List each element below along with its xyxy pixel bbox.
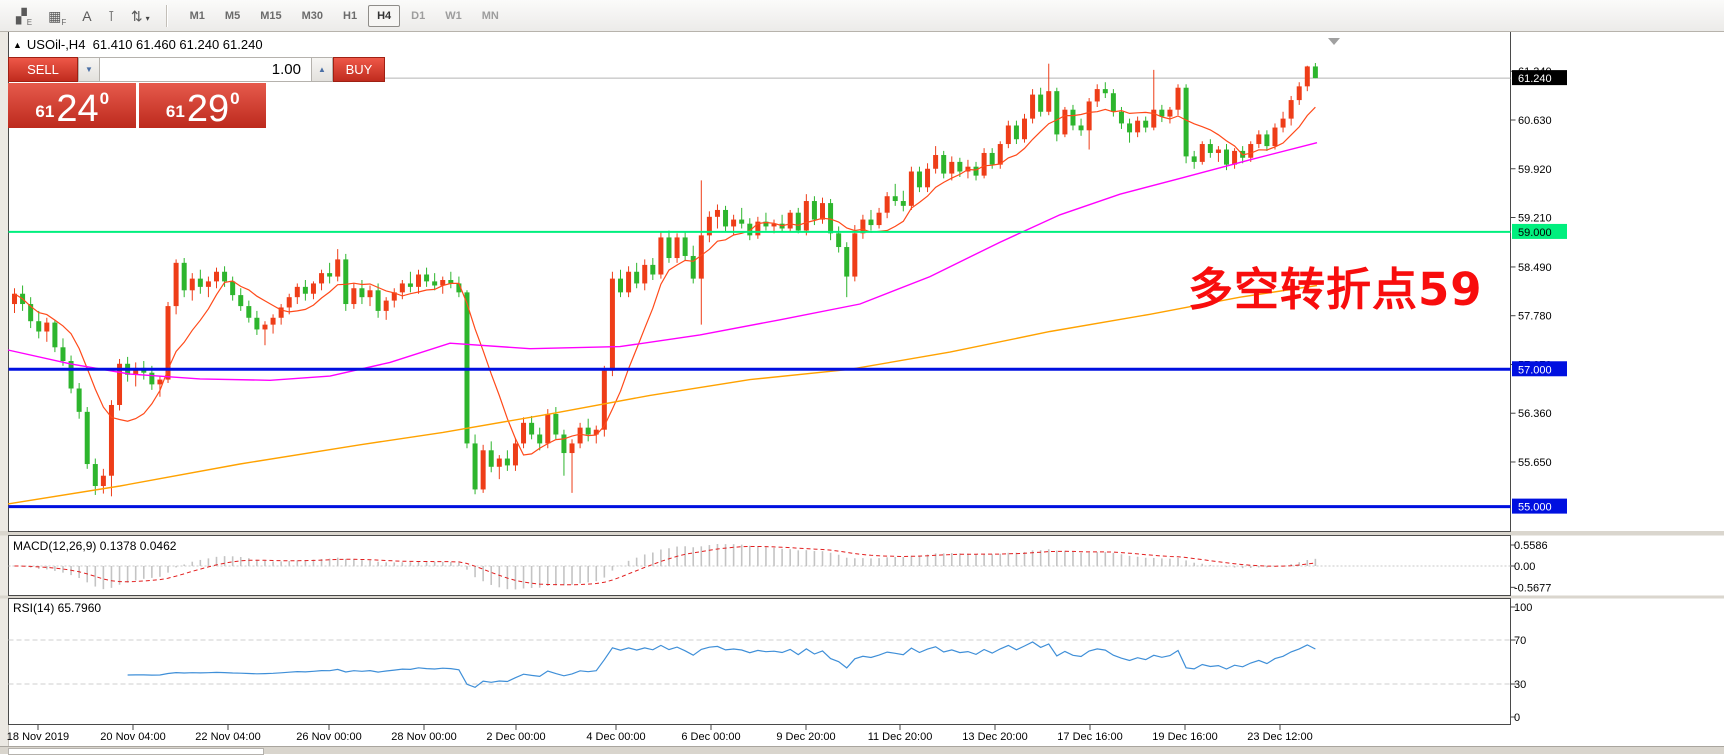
text-a-icon[interactable]: A: [82, 9, 91, 23]
macd-indicator-label: MACD(12,26,9) 0.1378 0.0462: [13, 539, 176, 553]
timeframe-button-m5[interactable]: M5: [216, 5, 249, 27]
timeframe-button-m15[interactable]: M15: [251, 5, 290, 27]
volume-decrease-button[interactable]: ▼: [78, 57, 100, 82]
price-axis: 61.34060.63059.92059.21058.49057.78057.0…: [1511, 66, 1568, 513]
time-tick-label: 23 Dec 12:00: [1247, 731, 1312, 743]
price-tick-label: 60.630: [1518, 115, 1552, 127]
rsi-tick-label: 70: [1514, 635, 1526, 647]
macd-axis: 0.5586 0.00 -0.5677: [1511, 540, 1552, 594]
buy-price-pips: 29: [187, 93, 229, 125]
time-tick-label: 19 Dec 16:00: [1152, 731, 1217, 743]
price-tick-label: 57.780: [1518, 311, 1552, 323]
time-tick-label: 17 Dec 16:00: [1057, 731, 1122, 743]
timeframe-button-mn[interactable]: MN: [473, 5, 508, 27]
time-tick-label: 4 Dec 00:00: [586, 731, 645, 743]
price-tick-label: 55.650: [1518, 457, 1552, 469]
svg-text:61.240: 61.240: [1518, 73, 1552, 85]
grid-f-icon[interactable]: ▦F: [48, 9, 66, 23]
timeframe-button-d1[interactable]: D1: [402, 5, 434, 27]
hline-price-badge: 59.000: [1518, 227, 1552, 239]
arrows-icon[interactable]: ⇅▾: [131, 9, 150, 23]
time-tick-label: 11 Dec 20:00: [868, 731, 933, 743]
time-axis: 18 Nov 2019 20 Nov 04:00 22 Nov 04:00 26 No…: [7, 725, 1313, 743]
rsi-axis: 100 70 30 0: [1511, 602, 1533, 724]
quote-bar: ▲ USOil-,H4 61.410 61.460 61.240 61.240: [13, 37, 263, 52]
sell-price-point: 0: [100, 89, 109, 109]
quote-symbol: USOil-,H4: [27, 37, 86, 52]
toolbar-separator: [166, 5, 168, 27]
buy-price-panel[interactable]: 61 29 0: [139, 83, 267, 128]
price-tick-label: 59.920: [1518, 164, 1552, 176]
price-tick-label: 59.210: [1518, 213, 1552, 225]
hline-price-badge: 57.000: [1518, 364, 1552, 376]
bottom-panel-box: [8, 748, 264, 755]
pane-frames: [9, 31, 1511, 725]
rsi-indicator-label: RSI(14) 65.7960: [13, 601, 101, 615]
rsi-tick-label: 30: [1514, 679, 1526, 691]
buy-price-whole: 61: [166, 102, 185, 122]
timeframe-button-h4[interactable]: H4: [368, 5, 400, 27]
quote-ohlc: 61.410 61.460 61.240 61.240: [93, 37, 263, 52]
price-tick-label: 58.490: [1518, 262, 1552, 274]
time-tick-label: 13 Dec 20:00: [962, 731, 1027, 743]
buy-button[interactable]: BUY: [333, 57, 385, 82]
buy-price-point: 0: [230, 89, 239, 109]
rsi-tick-label: 100: [1514, 602, 1532, 614]
sell-price-pips: 24: [56, 93, 98, 125]
timeframe-button-m30[interactable]: M30: [293, 5, 332, 27]
textbox-t-icon[interactable]: ⊺: [108, 9, 115, 23]
caret-down-icon: ▼: [85, 65, 93, 74]
volume-increase-button[interactable]: ▲: [311, 57, 333, 82]
time-tick-label: 26 Nov 00:00: [296, 731, 361, 743]
time-tick-label: 6 Dec 00:00: [681, 731, 740, 743]
timeframe-button-m1[interactable]: M1: [181, 5, 214, 27]
chart-hatch-e-icon[interactable]: ▞E: [16, 9, 32, 23]
time-tick-label: 28 Nov 00:00: [391, 731, 456, 743]
timeframe-button-h1[interactable]: H1: [334, 5, 366, 27]
time-tick-label: 20 Nov 04:00: [100, 731, 165, 743]
sell-price-whole: 61: [35, 102, 54, 122]
caret-up-icon: ▲: [318, 65, 326, 74]
volume-input[interactable]: [100, 57, 311, 82]
timeframe-button-w1[interactable]: W1: [436, 5, 471, 27]
chart-text-annotation[interactable]: 多空转折点59: [1188, 253, 1483, 318]
macd-tick-label: 0.5586: [1514, 540, 1548, 552]
time-tick-label: 22 Nov 04:00: [195, 731, 260, 743]
time-tick-label: 2 Dec 00:00: [486, 731, 545, 743]
tick-up-icon: ▲: [13, 40, 22, 50]
macd-tick-label: 0.00: [1514, 561, 1535, 573]
price-tick-label: 56.360: [1518, 408, 1552, 420]
hline-price-badge: 55.000: [1518, 502, 1552, 514]
toolbar: ▞E ▦F A ⊺ ⇅▾ M1M5M15M30H1H4D1W1MN: [0, 0, 1724, 32]
one-click-trade-widget: SELL ▼ ▲ BUY 61 24 0 61 29 0: [8, 57, 266, 128]
sell-price-panel[interactable]: 61 24 0: [8, 83, 136, 128]
time-tick-label: 9 Dec 20:00: [776, 731, 835, 743]
sell-button[interactable]: SELL: [8, 57, 78, 82]
macd-tick-label: -0.5677: [1514, 582, 1551, 594]
time-tick-label: 18 Nov 2019: [7, 731, 69, 743]
rsi-tick-label: 0: [1514, 712, 1520, 724]
